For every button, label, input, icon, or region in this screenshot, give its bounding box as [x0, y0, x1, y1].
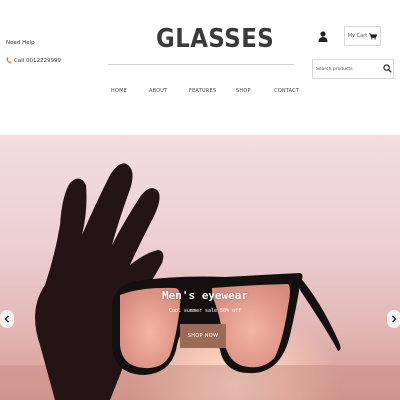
phone-icon [6, 57, 11, 64]
site-header: Need Help Call 0012229999 GLASSES My Car… [0, 0, 400, 135]
my-cart-button[interactable]: My Cart [344, 26, 381, 46]
search-input[interactable] [313, 60, 384, 78]
cart-icon [369, 32, 378, 40]
shop-now-button[interactable]: SHOP NOW [180, 324, 226, 348]
slider-next-button[interactable] [387, 310, 400, 328]
search-icon[interactable] [383, 64, 392, 73]
hero-image [0, 163, 400, 400]
phone-contact[interactable]: Call 0012229999 [6, 57, 61, 64]
search-box [312, 59, 394, 79]
hero-slider: Men's eyewear Cool summer sale 50% off S… [0, 135, 400, 400]
site-logo[interactable]: GLASSES [156, 24, 274, 54]
chevron-right-icon [391, 315, 397, 323]
nav-item-shop[interactable]: SHOP [236, 88, 251, 94]
nav-item-contact[interactable]: CONTACT [274, 88, 299, 94]
slider-prev-button[interactable] [0, 310, 14, 328]
nav-item-home[interactable]: HOME [111, 88, 127, 94]
cart-label: My Cart [347, 33, 368, 39]
hero-title: Men's eyewear [161, 289, 249, 302]
logo-divider [108, 64, 294, 65]
nav-item-about[interactable]: ABOUT [149, 88, 167, 94]
hero-subtitle: Cool summer sale 50% off [168, 308, 242, 314]
phone-number: Call 0012229999 [14, 57, 62, 64]
main-nav: HOME ABOUT FEATURES SHOP CONTACT [100, 86, 300, 100]
nav-item-features[interactable]: FEATURES [189, 88, 216, 94]
chevron-left-icon [4, 315, 10, 323]
user-icon[interactable] [318, 31, 328, 42]
need-help-label: Need Help [6, 40, 35, 46]
